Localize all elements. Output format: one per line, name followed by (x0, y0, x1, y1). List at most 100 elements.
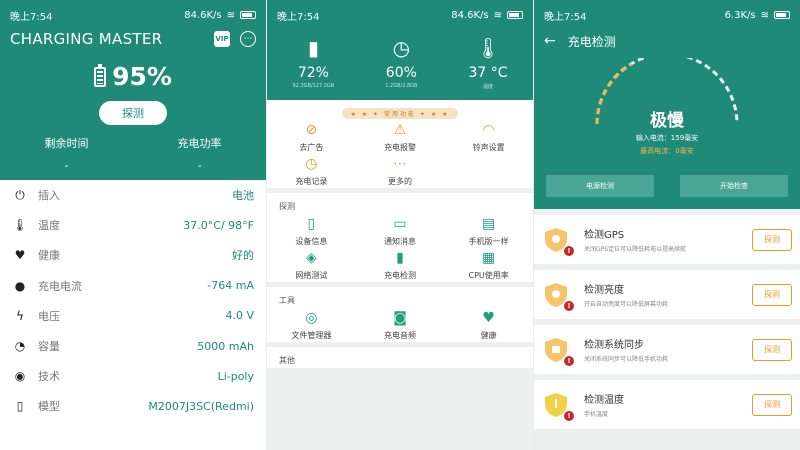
status-time: 晚上7:54 (277, 11, 320, 23)
grid-label: 通知消息 (383, 236, 416, 246)
shield-icon: ! (542, 391, 574, 421)
info-row-capacity: ◔ 容量 5000 mAh (12, 331, 254, 361)
detect-card: 探测 ▯ 设备信息 ▭ 通知消息 ▤ 手机版一样 ◈ 网络测试 ▮ 充电检测 ▦ CPU使用… (267, 193, 533, 282)
network-speed: 6.3K/s (724, 9, 756, 21)
vip-icon[interactable]: VIP (214, 31, 230, 47)
info-value: M2007J3SC(Redmi) (148, 399, 254, 413)
info-row-technology: ◉ 技术 Li-poly (12, 361, 254, 391)
other-card: 其他 (267, 347, 533, 368)
charge-power-label: 充电功率 (177, 137, 222, 150)
detect-button[interactable]: 探测 (99, 101, 167, 125)
grid-label: 更多的 (387, 176, 412, 186)
info-row-model: ▯ 模型 M2007J3SC(Redmi) (12, 391, 254, 421)
chat-icon: ▭ (393, 215, 407, 232)
grid-label: 网络测试 (295, 270, 328, 280)
remaining-time-label: 剩余时间 (44, 137, 89, 150)
status-bar: 晚上7:54 84.6K/s ≋ (0, 0, 266, 30)
memory-detail: 1.2GB/2.8GB (385, 83, 418, 89)
thermometer-icon: 🌡 (12, 218, 28, 233)
info-label: 电压 (38, 309, 60, 323)
grid-item-notifications[interactable]: ▭ 通知消息 (356, 214, 445, 248)
storage-percent: 72% (297, 65, 329, 81)
start-check-button[interactable]: 开始检查 (680, 175, 788, 197)
temperature-label: 温度 (482, 84, 493, 90)
signal-icon: ◈ (305, 249, 317, 266)
temperature-stat[interactable]: 🌡 37 °C 温度 (468, 34, 507, 90)
more-icon[interactable]: ⋯ (240, 31, 256, 47)
status-bar: 晚上7:54 84.6K/s ≋ (267, 0, 533, 30)
grid-label: 充电检测 (383, 270, 416, 280)
memory-stat[interactable]: ◷ 60% 1.2GB/2.8GB (385, 34, 417, 90)
info-label: 充电电流 (38, 279, 82, 293)
shield-icon: ! (542, 336, 574, 366)
grid-item-clipboard[interactable]: ▤ 手机版一样 (444, 214, 533, 248)
grid-label: 设备信息 (295, 236, 328, 246)
shield-icon: ! (542, 281, 574, 311)
detect-button[interactable]: 探测 (752, 228, 792, 251)
clipboard-icon: ▤ (482, 215, 496, 232)
bolt-icon: ϟ (16, 308, 24, 323)
shield-icon: ! (542, 226, 574, 256)
grid-item-ringtone[interactable]: ◠ 铃声设置 (444, 120, 533, 154)
grid-item-more[interactable]: ⋯ 更多的 (356, 154, 445, 188)
info-label: 插入 (38, 189, 60, 203)
battery-header: 晚上7:54 84.6K/s ≋ CHARGING MASTER VIP ⋯ 9… (0, 0, 266, 180)
info-value: 5000 mAh (197, 339, 254, 353)
grid-item-health[interactable]: ♥ 健康 (444, 308, 533, 342)
alert-icon: ! (564, 355, 574, 366)
more-icon: ⋯ (392, 155, 407, 172)
bulb-icon: ● (14, 278, 26, 293)
info-label: 模型 (38, 400, 60, 414)
phone-icon: ▯ (307, 215, 316, 232)
battery-info-list: ⏻ 插入 电池 🌡 温度 37.0°C/ 98°F ♥ 健康 好的 ● 充电电流… (0, 180, 266, 422)
charge-detect-header: 晚上7:54 6.3K/s ≋ ← 充电检测 极慢 输入电流：159毫安 最高电… (534, 0, 800, 209)
gauge-icon: ◔ (14, 339, 26, 354)
grid-item-history[interactable]: ◷ 充电记录 (267, 154, 356, 188)
android-icon: ◙ (393, 309, 407, 326)
check-desc: 关闭GPS定位可以降低耗电以提高续航 (584, 246, 687, 253)
check-title: 检测GPS (584, 230, 625, 241)
detect-button[interactable]: 探测 (752, 283, 792, 306)
grid-item-charge-detect[interactable]: ▮ 充电检测 (356, 248, 445, 282)
info-value: 电池 (232, 189, 254, 203)
section-title: 其他 (279, 356, 295, 365)
speedometer-icon: ◷ (392, 36, 411, 60)
info-value: -764 mA (207, 279, 254, 293)
alert-icon: ! (564, 245, 574, 256)
grid-item-cpu[interactable]: ▦ CPU使用率 (444, 248, 533, 282)
grid-item-device-info[interactable]: ▯ 设备信息 (267, 214, 356, 248)
grid-item-file-manager[interactable]: ◎ 文件管理器 (267, 308, 356, 342)
charge-power-value: - (197, 159, 202, 172)
storage-stat[interactable]: ▮ 72% 92.3GB/127.2GB (293, 34, 335, 90)
detect-button[interactable]: 探测 (752, 393, 792, 416)
grid-item-alarm[interactable]: ⚠ 充电报警 (356, 120, 445, 154)
charge-speed-value: 极慢 (650, 111, 684, 131)
check-item-brightness: ! 检测亮度 开启自动亮度可以降低屏幕功耗 探测 (534, 270, 800, 319)
grid-label: CPU使用率 (468, 270, 509, 280)
power-detect-button[interactable]: 电源检测 (546, 175, 654, 197)
stats-header: 晚上7:54 84.6K/s ≋ ▮ 72% 92.3GB/127.2GB ◷ … (267, 0, 533, 100)
headset-icon: ◠ (482, 121, 495, 138)
memory-percent: 60% (385, 65, 417, 81)
check-desc: 手机温度 (584, 411, 609, 418)
info-label: 健康 (38, 249, 60, 263)
functions-banner: ★ ★ ✦ 常用功能 ✦ ★ ★ (342, 108, 458, 119)
common-functions-card: ★ ★ ✦ 常用功能 ✦ ★ ★ ⊘ 去广告 ⚠ 充电报警 ◠ 铃声设置 ◷ 充电记录 … (267, 100, 533, 188)
grid-label: 文件管理器 (291, 330, 332, 340)
grid-item-network[interactable]: ◈ 网络测试 (267, 248, 356, 282)
info-value: 好的 (232, 249, 254, 263)
grid-item-charge-audio[interactable]: ◙ 充电音频 (356, 308, 445, 342)
check-desc: 开启自动亮度可以降低屏幕功耗 (584, 301, 669, 308)
detect-button[interactable]: 探测 (752, 338, 792, 361)
back-arrow-icon[interactable]: ← (544, 33, 556, 49)
info-row-health: ♥ 健康 好的 (12, 240, 254, 270)
battery-icon: ▮ (396, 249, 404, 266)
remaining-time-value: - (64, 159, 69, 172)
grid-item-no-ads[interactable]: ⊘ 去广告 (267, 120, 356, 154)
check-title: 检测亮度 (584, 285, 624, 296)
app-title: CHARGING MASTER (10, 30, 163, 48)
no-ads-icon: ⊘ (305, 121, 318, 138)
cpu-icon: ▦ (482, 249, 496, 266)
info-label: 技术 (38, 370, 60, 384)
grid-label: 铃声设置 (472, 142, 505, 152)
